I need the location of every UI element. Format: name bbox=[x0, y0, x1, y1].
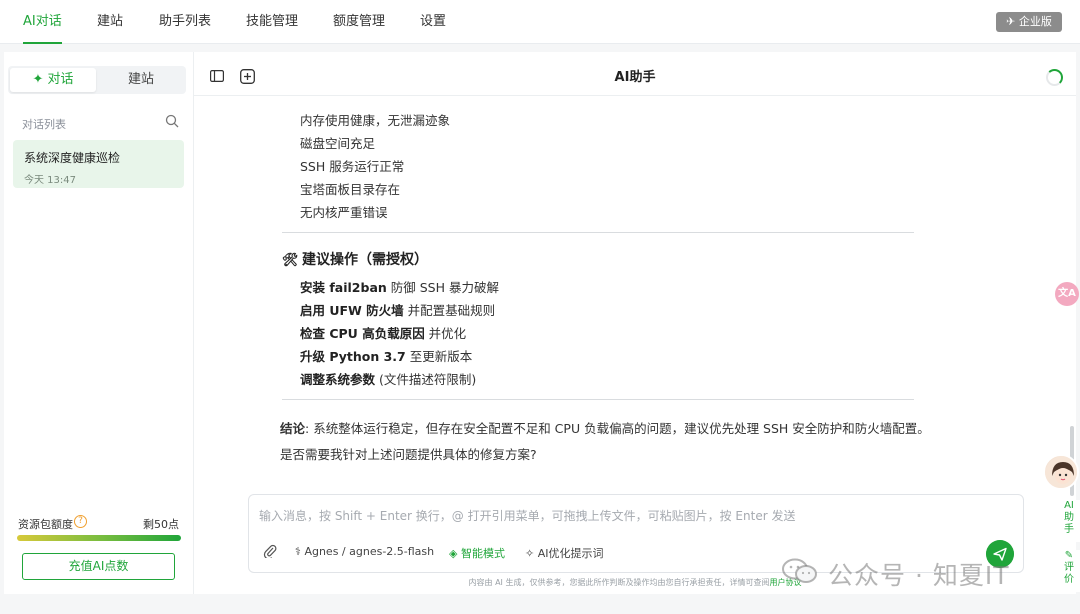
agent-icon: ⚕ bbox=[295, 545, 301, 558]
segment-chat[interactable]: ✦ 对话 bbox=[10, 68, 96, 92]
review-tab-label: 评价 bbox=[1064, 562, 1074, 585]
status-item: 磁盘空间充足 bbox=[300, 136, 376, 151]
message-area: 内存使用健康，无泄漏迹象 磁盘空间充足 SSH 服务运行正常 宝塔面板目录存在 … bbox=[194, 96, 1076, 492]
action-bold: 调整系统参数 bbox=[300, 372, 376, 387]
enterprise-badge[interactable]: ✈ 企业版 bbox=[996, 12, 1062, 32]
watermark-text: 公众号 · 知夏IT bbox=[828, 561, 1010, 590]
edit-icon: ✎ bbox=[1064, 550, 1074, 561]
conclusion: 结论: 系统整体运行稳定，但存在安全配置不足和 CPU 负载偏高的问题，建议优先… bbox=[280, 418, 930, 437]
ai-assistant-tab-label: AI助手 bbox=[1064, 500, 1074, 535]
wechat-logo-icon bbox=[782, 558, 817, 583]
sidebar: ✦ 对话 建站 对话列表 系统深度健康巡检 今天 13:47 资源包额度 ? 剩… bbox=[4, 52, 194, 594]
divider bbox=[282, 232, 914, 233]
action-item: 启用 UFW 防火墙 并配置基础规则 bbox=[300, 300, 495, 319]
model-label: Agnes / agnes-2.5-flash bbox=[304, 545, 435, 558]
prompt-optimize-button[interactable]: ✧ AI优化提示词 bbox=[525, 545, 604, 561]
conversation-time: 今天 13:47 bbox=[24, 175, 76, 186]
tab-quota-management[interactable]: 额度管理 bbox=[333, 0, 385, 44]
top-navigation: AI对话 建站 助手列表 技能管理 额度管理 设置 ✈ 企业版 bbox=[0, 0, 1080, 44]
smart-mode-toggle[interactable]: ◈ 智能模式 bbox=[449, 545, 505, 561]
action-item: 升级 Python 3.7 至更新版本 bbox=[300, 346, 472, 365]
action-bold: 检查 CPU 高负载原因 bbox=[300, 326, 425, 341]
sparkle-icon: ✦ bbox=[32, 72, 44, 87]
action-bold: 升级 Python 3.7 bbox=[300, 349, 406, 364]
tab-site-build[interactable]: 建站 bbox=[97, 0, 123, 44]
action-item: 检查 CPU 高负载原因 并优化 bbox=[300, 323, 466, 342]
follow-up-question: 是否需要我针对上述问题提供具体的修复方案? bbox=[280, 447, 537, 462]
search-icon[interactable] bbox=[165, 114, 179, 128]
quota-label: 资源包额度 bbox=[18, 518, 73, 531]
conclusion-label: 结论 bbox=[280, 421, 306, 436]
model-selector[interactable]: ⚕ Agnes / agnes-2.5-flash bbox=[295, 545, 434, 558]
action-item: 安装 fail2ban 防御 SSH 暴力破解 bbox=[300, 277, 499, 296]
layers-icon: ◈ bbox=[449, 547, 458, 560]
tab-assistant-list[interactable]: 助手列表 bbox=[159, 0, 211, 44]
translate-icon[interactable]: 文A bbox=[1055, 282, 1079, 306]
status-item: 宝塔面板目录存在 bbox=[300, 182, 401, 197]
divider bbox=[282, 399, 914, 400]
review-tab[interactable]: ✎ 评价 bbox=[1058, 550, 1080, 592]
quota-remaining: 剩50点 bbox=[143, 518, 179, 531]
section-heading-text: 建议操作（需授权） bbox=[302, 252, 428, 268]
action-bold: 启用 UFW 防火墙 bbox=[300, 303, 404, 318]
action-rest: 并配置基础规则 bbox=[403, 303, 496, 318]
assistant-avatar[interactable] bbox=[1043, 454, 1079, 490]
help-icon[interactable]: ? bbox=[74, 515, 87, 528]
ai-assistant-tab[interactable]: AI助手 bbox=[1058, 500, 1080, 542]
action-item: 调整系统参数 (文件描述符限制) bbox=[300, 369, 476, 388]
conclusion-text: : 系统整体运行稳定，但存在安全配置不足和 CPU 负载偏高的问题，建议优先处理… bbox=[305, 421, 930, 436]
action-bold: 安装 fail2ban bbox=[300, 280, 387, 295]
message-input[interactable]: 输入消息，按 Shift + Enter 换行，@ 打开引用菜单，可拖拽上传文件… bbox=[259, 507, 795, 524]
recharge-button[interactable]: 充值AI点数 bbox=[22, 553, 175, 580]
chat-panel: AI助手 内存使用健康，无泄漏迹象 磁盘空间充足 SSH 服务运行正常 宝塔面板… bbox=[194, 52, 1076, 594]
segment-chat-label: 对话 bbox=[47, 72, 74, 87]
sparkle-icon: ✧ bbox=[525, 547, 535, 560]
tab-settings[interactable]: 设置 bbox=[420, 0, 446, 44]
action-rest: 并优化 bbox=[424, 326, 467, 341]
status-item: SSH 服务运行正常 bbox=[300, 159, 405, 174]
action-rest: (文件描述符限制) bbox=[375, 372, 477, 387]
smart-mode-label: 智能模式 bbox=[460, 547, 505, 560]
conversation-title: 系统深度健康巡检 bbox=[24, 151, 121, 165]
action-rest: 至更新版本 bbox=[405, 349, 473, 364]
rocket-icon: ✈ bbox=[1006, 15, 1016, 28]
action-rest: 防御 SSH 暴力破解 bbox=[386, 280, 499, 295]
chat-title: AI助手 bbox=[614, 70, 656, 85]
tab-skill-management[interactable]: 技能管理 bbox=[246, 0, 298, 44]
loading-spinner-icon bbox=[1046, 69, 1063, 86]
tools-icon: 🛠 bbox=[282, 253, 299, 268]
conversation-list-label: 对话列表 bbox=[22, 118, 66, 131]
status-item: 无内核严重错误 bbox=[300, 205, 388, 220]
tab-ai-chat[interactable]: AI对话 bbox=[23, 0, 62, 44]
status-item: 内存使用健康，无泄漏迹象 bbox=[300, 113, 451, 128]
paperclip-icon[interactable] bbox=[263, 544, 277, 558]
quota-progress-bar bbox=[17, 535, 181, 541]
conversation-item[interactable]: 系统深度健康巡检 今天 13:47 bbox=[13, 140, 184, 188]
segment-site-build[interactable]: 建站 bbox=[98, 68, 184, 92]
mode-switch: ✦ 对话 建站 bbox=[8, 66, 186, 94]
chat-header: AI助手 bbox=[194, 52, 1076, 96]
disclaimer-text: 内容由 AI 生成，仅供参考，您据此所作判断及操作均由您自行承担责任，详情可查阅 bbox=[468, 578, 770, 587]
optimize-label: AI优化提示词 bbox=[537, 547, 604, 560]
section-heading: 🛠 建议操作（需授权） bbox=[282, 249, 428, 269]
enterprise-label: 企业版 bbox=[1018, 15, 1052, 28]
